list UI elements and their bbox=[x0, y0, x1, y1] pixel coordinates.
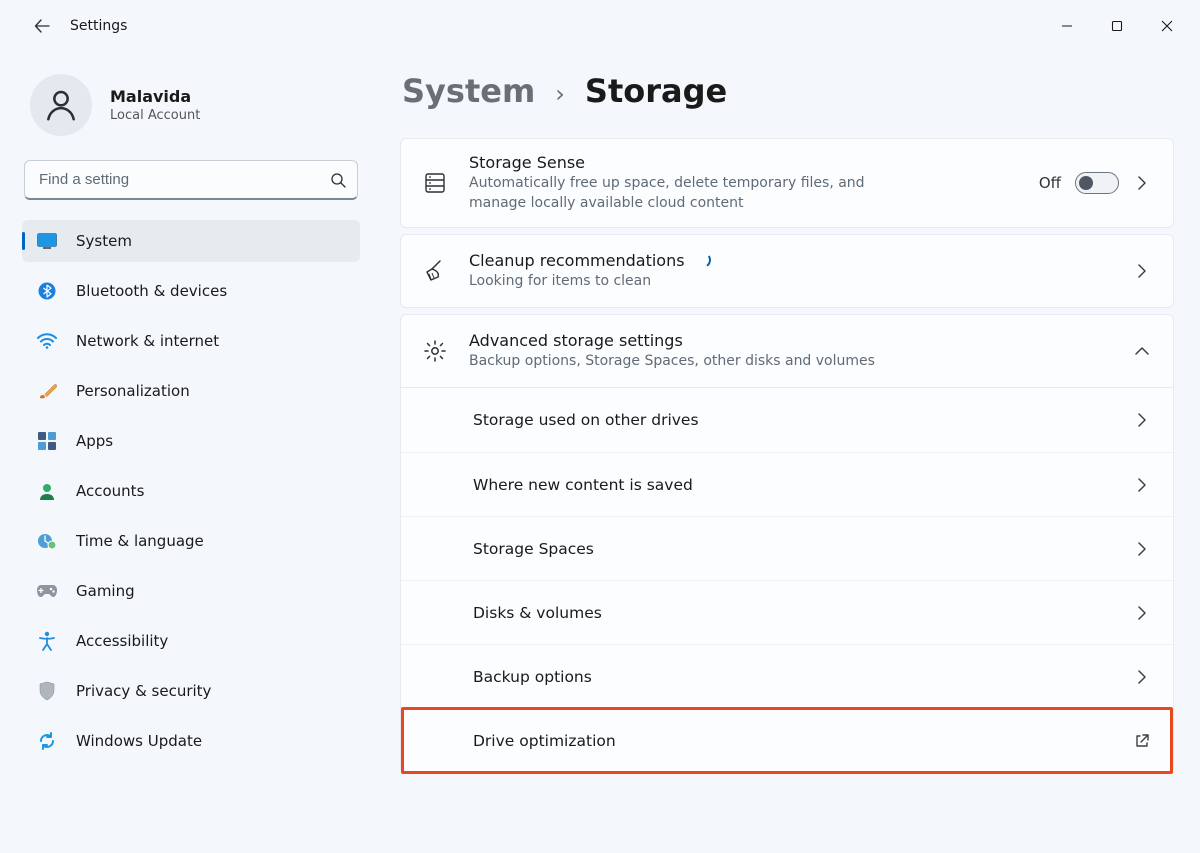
subrow-label: Storage Spaces bbox=[473, 540, 1133, 558]
avatar bbox=[30, 74, 92, 136]
advanced-storage-header[interactable]: Advanced storage settings Backup options… bbox=[401, 315, 1173, 387]
nav-item-privacy[interactable]: Privacy & security bbox=[22, 670, 360, 712]
chevron-right-icon bbox=[1133, 477, 1151, 493]
advanced-title: Advanced storage settings bbox=[469, 331, 1133, 350]
advanced-storage-card: Advanced storage settings Backup options… bbox=[400, 314, 1174, 773]
nav-item-time-language[interactable]: Time & language bbox=[22, 520, 360, 562]
chevron-right-icon bbox=[1133, 541, 1151, 557]
search-field-wrap bbox=[24, 160, 358, 200]
storage-sense-card[interactable]: Storage Sense Automatically free up spac… bbox=[400, 138, 1174, 228]
storage-sense-desc: Automatically free up space, delete temp… bbox=[469, 174, 889, 213]
search-input[interactable] bbox=[24, 160, 358, 200]
storage-sense-toggle-label: Off bbox=[1039, 174, 1061, 192]
gamepad-icon bbox=[36, 580, 58, 602]
subrow-label: Drive optimization bbox=[473, 732, 1133, 750]
chevron-up-icon bbox=[1133, 346, 1151, 356]
subrow-drive-optimization[interactable]: Drive optimization bbox=[401, 708, 1173, 772]
nav-item-accounts[interactable]: Accounts bbox=[22, 470, 360, 512]
bluetooth-icon bbox=[36, 280, 58, 302]
broom-icon bbox=[423, 258, 469, 284]
nav-item-bluetooth[interactable]: Bluetooth & devices bbox=[22, 270, 360, 312]
subrow-label: Backup options bbox=[473, 668, 1133, 686]
paintbrush-icon bbox=[36, 380, 58, 402]
nav-label: Windows Update bbox=[76, 732, 202, 750]
chevron-right-icon bbox=[1133, 263, 1151, 279]
title-bar: Settings bbox=[0, 0, 1200, 52]
loading-spinner-icon bbox=[693, 251, 712, 270]
subrow-label: Storage used on other drives bbox=[473, 411, 1133, 429]
back-button[interactable] bbox=[22, 6, 62, 46]
account-block[interactable]: Malavida Local Account bbox=[22, 64, 360, 160]
breadcrumb-parent[interactable]: System bbox=[402, 72, 535, 110]
account-name: Malavida bbox=[110, 87, 200, 106]
storage-sense-toggle[interactable] bbox=[1075, 172, 1119, 194]
chevron-right-icon: › bbox=[555, 80, 565, 108]
subrow-storage-spaces[interactable]: Storage Spaces bbox=[401, 516, 1173, 580]
main-panel: System › Storage Storage Sense Automatic… bbox=[376, 52, 1200, 853]
arrow-left-icon bbox=[34, 18, 50, 34]
accessibility-icon bbox=[36, 630, 58, 652]
maximize-icon bbox=[1111, 20, 1123, 32]
advanced-subitems: Storage used on other drives Where new c… bbox=[401, 387, 1173, 772]
subrow-backup-options[interactable]: Backup options bbox=[401, 644, 1173, 708]
wifi-icon bbox=[36, 330, 58, 352]
gear-icon bbox=[423, 339, 469, 363]
chevron-right-icon bbox=[1133, 669, 1151, 685]
nav-label: Bluetooth & devices bbox=[76, 282, 227, 300]
chevron-right-icon bbox=[1133, 412, 1151, 428]
app-title: Settings bbox=[70, 18, 127, 34]
apps-icon bbox=[36, 430, 58, 452]
subrow-label: Disks & volumes bbox=[473, 604, 1133, 622]
nav-item-accessibility[interactable]: Accessibility bbox=[22, 620, 360, 662]
clock-globe-icon bbox=[36, 530, 58, 552]
breadcrumb: System › Storage bbox=[402, 72, 1174, 110]
nav-label: System bbox=[76, 232, 132, 250]
storage-sense-title: Storage Sense bbox=[469, 153, 1039, 172]
nav-item-network[interactable]: Network & internet bbox=[22, 320, 360, 362]
nav-item-personalization[interactable]: Personalization bbox=[22, 370, 360, 412]
nav-label: Time & language bbox=[76, 532, 204, 550]
system-icon bbox=[36, 230, 58, 252]
close-icon bbox=[1161, 20, 1173, 32]
accounts-icon bbox=[36, 480, 58, 502]
advanced-desc: Backup options, Storage Spaces, other di… bbox=[469, 352, 1133, 372]
subrow-label: Where new content is saved bbox=[473, 476, 1133, 494]
subrow-disks-volumes[interactable]: Disks & volumes bbox=[401, 580, 1173, 644]
open-external-icon bbox=[1133, 733, 1151, 749]
nav-label: Gaming bbox=[76, 582, 135, 600]
sidebar: Malavida Local Account System Bluetoot bbox=[6, 52, 376, 853]
user-icon bbox=[42, 86, 80, 124]
update-icon bbox=[36, 730, 58, 752]
cleanup-desc: Looking for items to clean bbox=[469, 272, 1133, 292]
storage-sense-icon bbox=[423, 171, 469, 195]
cleanup-recommendations-card[interactable]: Cleanup recommendations Looking for item… bbox=[400, 234, 1174, 308]
nav-label: Apps bbox=[76, 432, 113, 450]
subrow-storage-other-drives[interactable]: Storage used on other drives bbox=[401, 388, 1173, 452]
chevron-right-icon bbox=[1133, 175, 1151, 191]
window-close-button[interactable] bbox=[1142, 6, 1192, 46]
subrow-new-content-saved[interactable]: Where new content is saved bbox=[401, 452, 1173, 516]
window-minimize-button[interactable] bbox=[1042, 6, 1092, 46]
window-maximize-button[interactable] bbox=[1092, 6, 1142, 46]
shield-icon bbox=[36, 680, 58, 702]
nav-label: Accounts bbox=[76, 482, 144, 500]
nav-item-system[interactable]: System bbox=[22, 220, 360, 262]
minimize-icon bbox=[1061, 20, 1073, 32]
nav-item-windows-update[interactable]: Windows Update bbox=[22, 720, 360, 762]
nav-label: Network & internet bbox=[76, 332, 219, 350]
nav-label: Accessibility bbox=[76, 632, 168, 650]
nav-list: System Bluetooth & devices Network & int… bbox=[22, 220, 360, 762]
cleanup-title: Cleanup recommendations bbox=[469, 251, 685, 270]
search-icon bbox=[330, 172, 346, 188]
nav-label: Privacy & security bbox=[76, 682, 211, 700]
nav-label: Personalization bbox=[76, 382, 190, 400]
nav-item-apps[interactable]: Apps bbox=[22, 420, 360, 462]
chevron-right-icon bbox=[1133, 605, 1151, 621]
nav-item-gaming[interactable]: Gaming bbox=[22, 570, 360, 612]
account-subtitle: Local Account bbox=[110, 108, 200, 123]
breadcrumb-current: Storage bbox=[585, 72, 727, 110]
